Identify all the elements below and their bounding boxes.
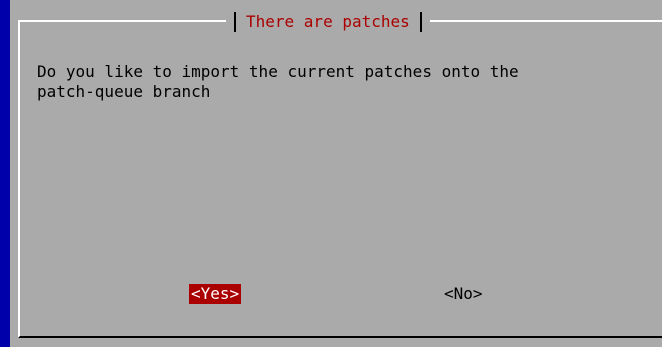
- dialog-buttons: <Yes> <No>: [10, 284, 662, 306]
- dialog-title: There are patches: [246, 12, 410, 31]
- no-button[interactable]: <No>: [442, 284, 485, 304]
- title-left-divider: [234, 12, 236, 32]
- dialog-title-bar: There are patches: [226, 10, 430, 34]
- title-right-divider: [419, 12, 422, 32]
- yes-button[interactable]: <Yes>: [189, 284, 242, 304]
- dialog-message: Do you like to import the current patche…: [37, 62, 519, 101]
- patches-dialog: There are patches Do you like to import …: [10, 0, 662, 347]
